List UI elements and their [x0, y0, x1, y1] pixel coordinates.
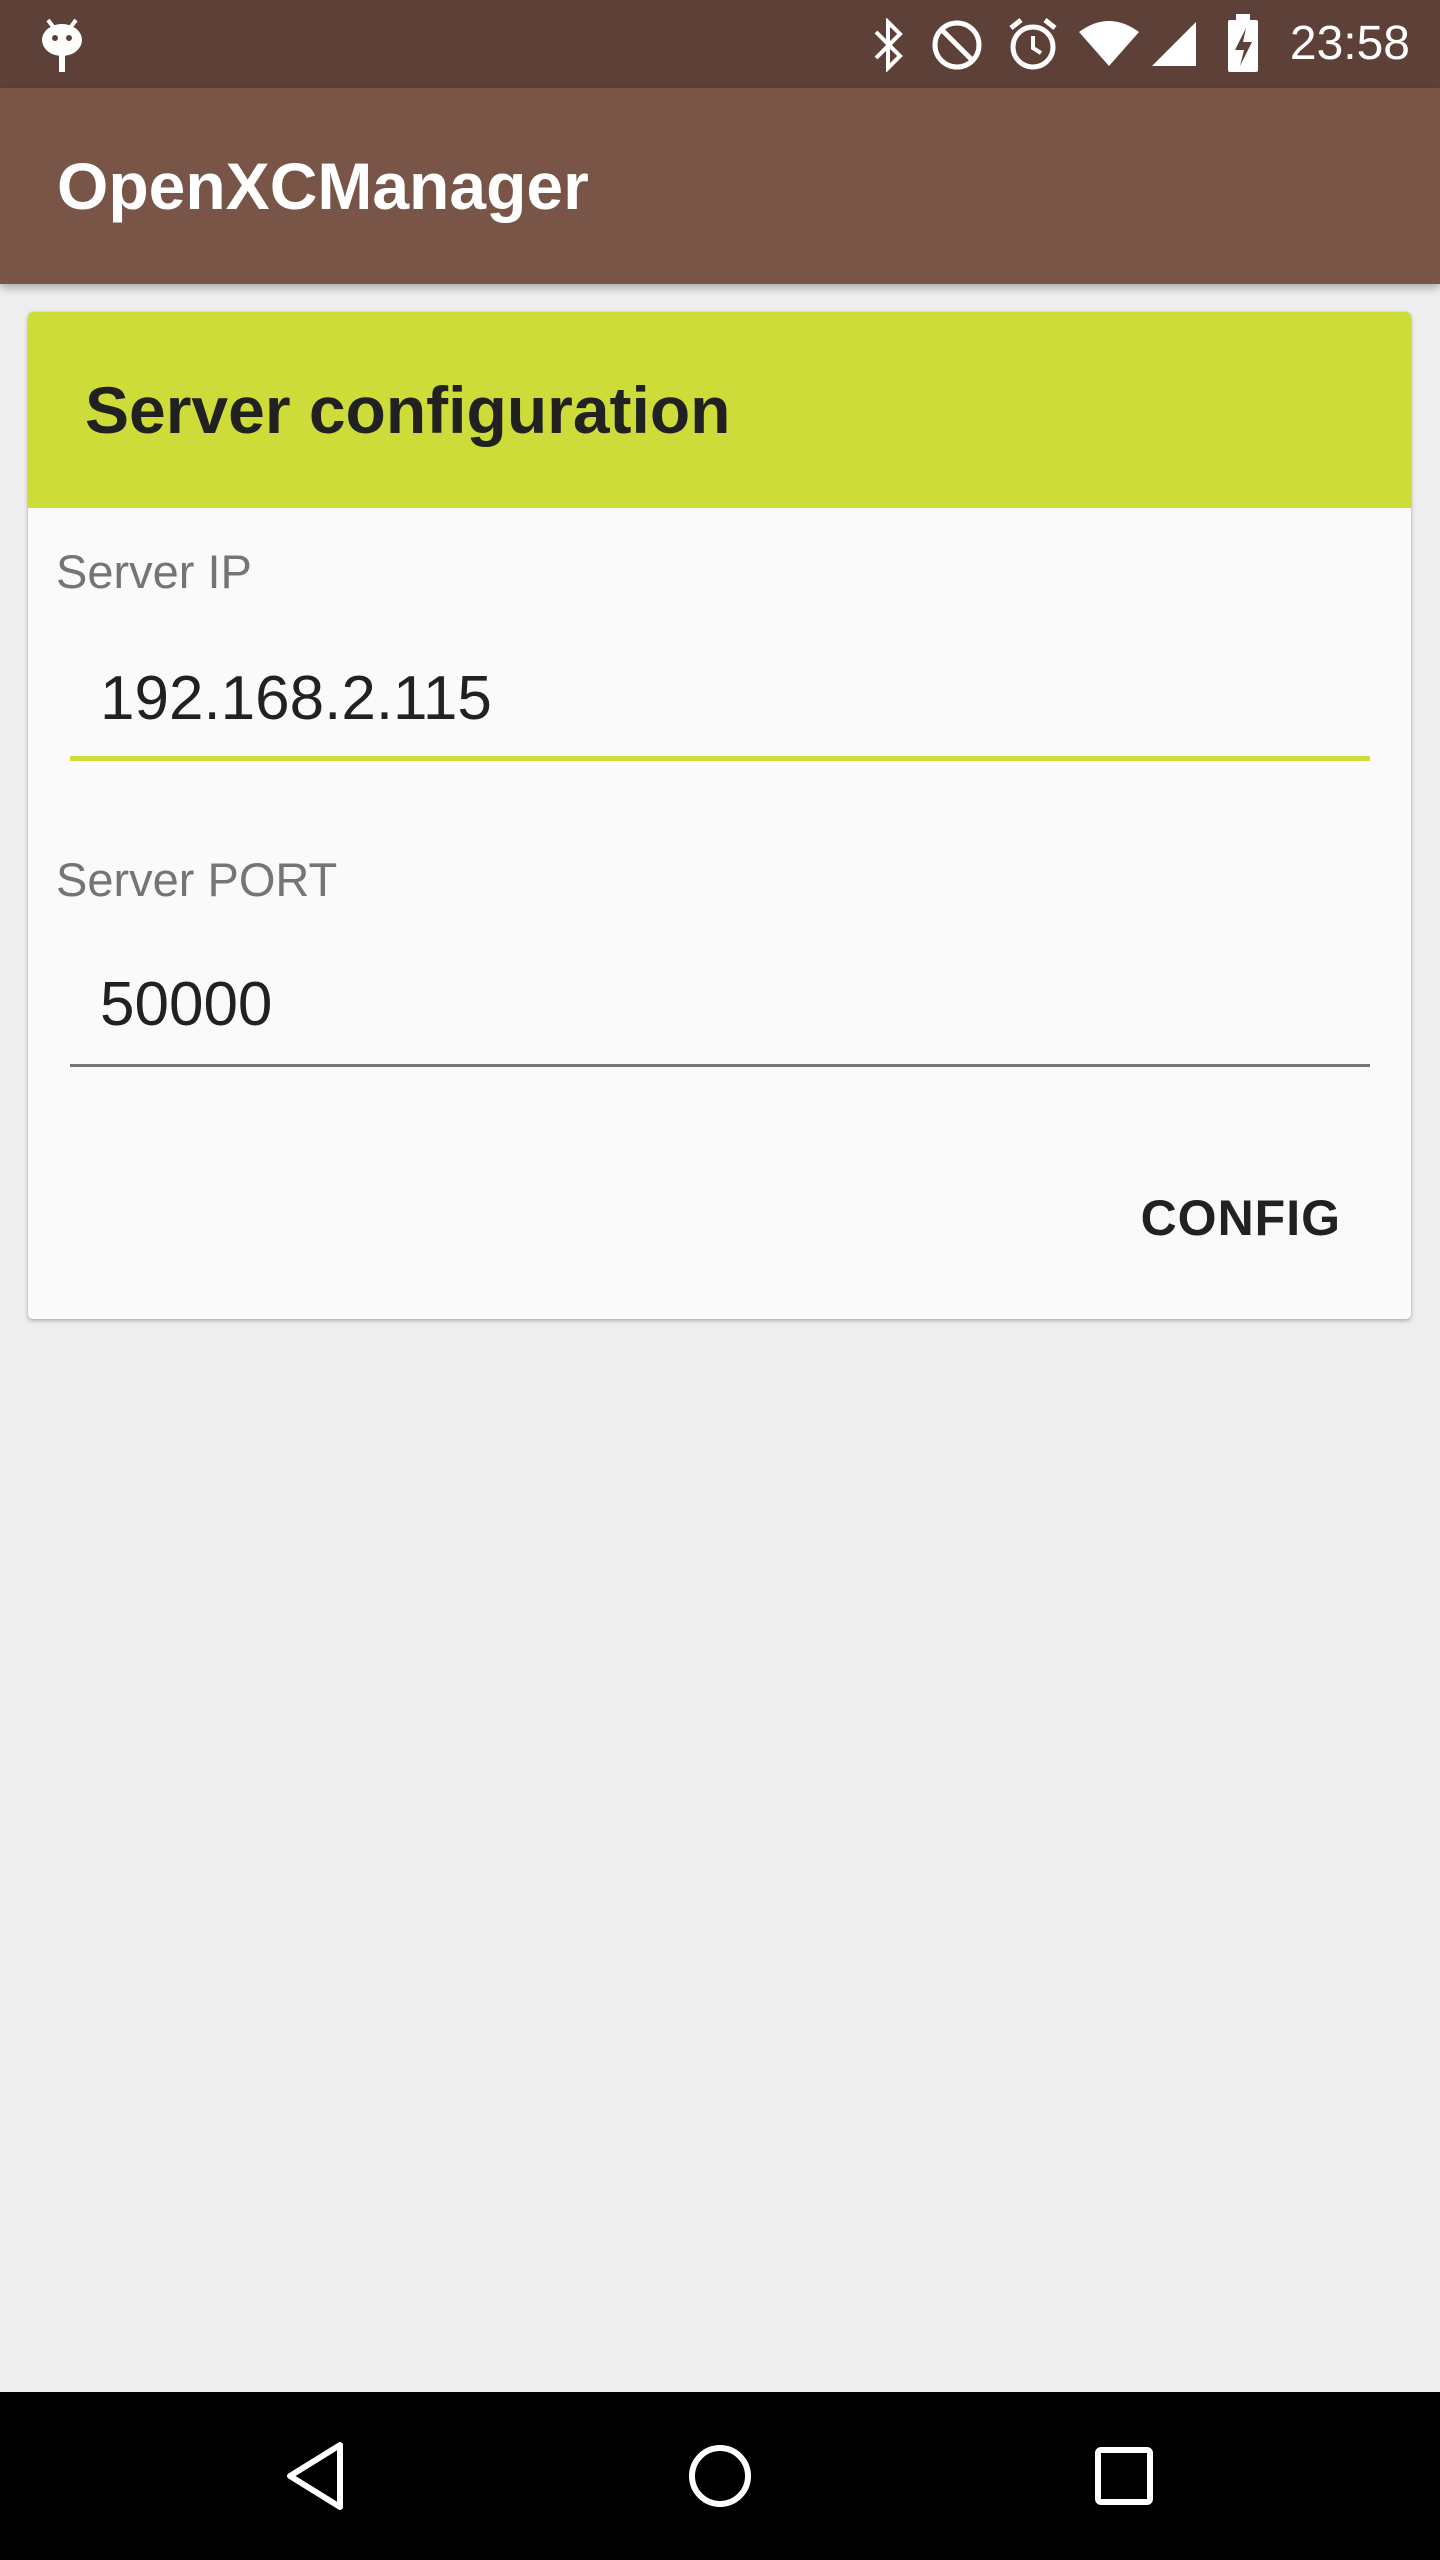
recents-button[interactable] [1024, 2392, 1224, 2560]
app-title: OpenXCManager [57, 149, 589, 223]
back-button[interactable] [216, 2392, 416, 2560]
card-title: Server configuration [85, 373, 731, 447]
server-ip-underline [70, 756, 1370, 761]
server-configuration-card: Server configuration Server IP Server PO… [28, 312, 1411, 1319]
config-button[interactable]: CONFIG [1081, 1148, 1341, 1288]
do-not-disturb-icon [932, 20, 982, 70]
home-button[interactable] [620, 2392, 820, 2560]
back-icon [287, 2442, 343, 2510]
status-bar: 23:58 [0, 0, 1440, 88]
server-port-underline [70, 1064, 1370, 1067]
navigation-bar [0, 2392, 1440, 2560]
server-ip-input[interactable] [70, 648, 1370, 748]
cell-signal-icon [1152, 22, 1196, 66]
home-icon [689, 2445, 751, 2507]
bluetooth-icon [874, 18, 903, 72]
server-ip-label: Server IP [56, 545, 252, 598]
recents-icon [1095, 2447, 1153, 2505]
card-header: Server configuration [28, 312, 1411, 508]
server-port-input[interactable] [70, 954, 1370, 1054]
app-bar: OpenXCManager [0, 88, 1440, 284]
wifi-icon [1079, 21, 1139, 66]
android-debug-icon [42, 18, 82, 72]
battery-charging-icon [1228, 14, 1258, 72]
status-time: 23:58 [1289, 17, 1410, 70]
server-port-label: Server PORT [56, 853, 338, 906]
alarm-icon [1009, 18, 1057, 70]
